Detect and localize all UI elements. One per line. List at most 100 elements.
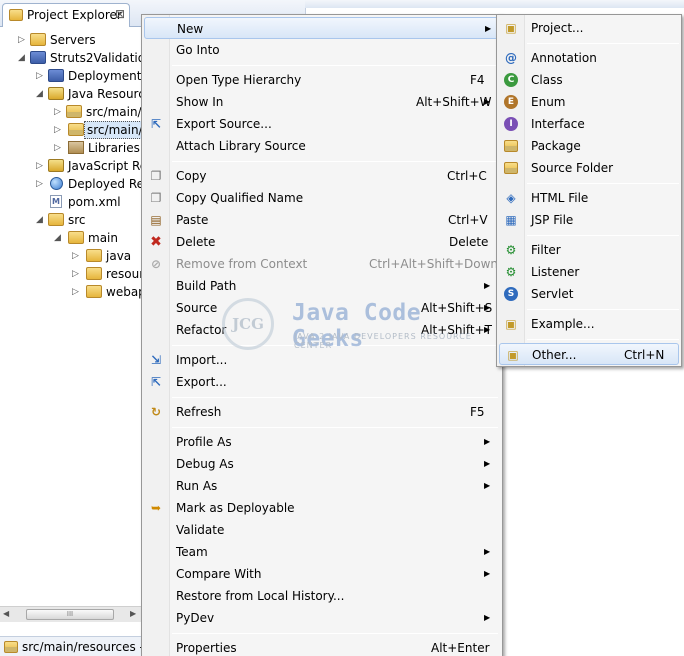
tree-item-resources[interactable]: ▷ resour (0, 265, 144, 283)
expand-arrow-icon[interactable]: ▷ (72, 247, 81, 265)
expand-arrow-icon[interactable]: ▷ (72, 265, 81, 283)
export-source-icon: ⇱ (150, 117, 162, 131)
menu-item-export-source[interactable]: ⇱ Export Source... (142, 113, 502, 135)
menu-item-label: Show In (176, 95, 224, 109)
collapse-arrow-icon[interactable]: ◢ (18, 49, 27, 67)
menu-item-team[interactable]: Team ▶ (142, 541, 502, 563)
tree-item-main[interactable]: ◢ main (0, 229, 140, 247)
expand-arrow-icon[interactable]: ▷ (72, 283, 81, 301)
tree-item-project[interactable]: ◢ Struts2Validation (0, 49, 153, 67)
collapse-arrow-icon[interactable]: ◢ (54, 229, 63, 247)
menu-item-new-project[interactable]: ▣ Project... (497, 17, 681, 39)
menu-item-refactor[interactable]: Refactor Alt+Shift+T ▶ (142, 319, 502, 341)
menu-item-attach-library-source[interactable]: Attach Library Source (142, 135, 502, 157)
tree-item-libraries[interactable]: ▷ Libraries (0, 139, 140, 157)
menu-item-new-servlet[interactable]: S Servlet (497, 283, 681, 305)
scroll-right-icon[interactable]: ▶ (130, 609, 136, 618)
collapse-arrow-icon[interactable]: ◢ (36, 211, 45, 229)
menu-item-new-class[interactable]: C Class (497, 69, 681, 91)
interface-icon: I (504, 117, 518, 131)
menu-item-new-interface[interactable]: I Interface (497, 113, 681, 135)
tree-item-deployed-resources[interactable]: ▷ Deployed Res (0, 175, 150, 193)
menu-item-shortcut: Alt+Enter (431, 641, 490, 655)
menu-item-properties[interactable]: Properties Alt+Enter (142, 637, 502, 656)
folder-icon (48, 213, 64, 226)
menu-separator (172, 345, 498, 346)
menu-item-import[interactable]: ⇲ Import... (142, 349, 502, 371)
menu-item-copy[interactable]: ❐ Copy Ctrl+C (142, 165, 502, 187)
menu-item-show-in[interactable]: Show In Alt+Shift+W ▶ (142, 91, 502, 113)
menu-item-validate[interactable]: Validate (142, 519, 502, 541)
menu-item-new-jsp-file[interactable]: ▦ JSP File (497, 209, 681, 231)
submenu-arrow-icon: ▶ (484, 325, 491, 334)
menu-item-export[interactable]: ⇱ Export... (142, 371, 502, 393)
tree-item-javascript-resources[interactable]: ▷ JavaScript Res (0, 157, 153, 175)
scrollbar-thumb[interactable]: III (26, 609, 114, 620)
menu-item-debug-as[interactable]: Debug As ▶ (142, 453, 502, 475)
menu-item-new-listener[interactable]: ⚙ Listener (497, 261, 681, 283)
menu-item-new-source-folder[interactable]: Source Folder (497, 157, 681, 179)
tab-label: Project Explorer (27, 8, 122, 22)
tree-item-java[interactable]: ▷ java (0, 247, 140, 265)
menu-item-paste[interactable]: ▤ Paste Ctrl+V (142, 209, 502, 231)
menu-item-new-annotation[interactable]: @ Annotation (497, 47, 681, 69)
menu-item-open-type-hierarchy[interactable]: Open Type Hierarchy F4 (142, 69, 502, 91)
close-icon[interactable]: ⊠ (115, 7, 125, 21)
menu-item-restore-from-local-history[interactable]: Restore from Local History... (142, 585, 502, 607)
tree-item-webapp[interactable]: ▷ webap (0, 283, 146, 301)
menu-item-pydev[interactable]: PyDev ▶ (142, 607, 502, 629)
expand-arrow-icon[interactable]: ▷ (36, 67, 45, 85)
tree-item-source-folder-selected[interactable]: ▷ src/main/ (0, 121, 146, 139)
tree-item-java-resources[interactable]: ◢ Java Resource (0, 85, 152, 103)
expand-arrow-icon[interactable]: ▷ (54, 103, 63, 121)
expand-arrow-icon[interactable]: ▷ (36, 175, 45, 193)
submenu-arrow-icon: ▶ (484, 97, 491, 106)
menu-item-run-as[interactable]: Run As ▶ (142, 475, 502, 497)
menu-item-label: Export... (176, 375, 227, 389)
tree-item-label: src/main/ (84, 121, 146, 139)
tree-item-servers[interactable]: ▷ Servers (0, 31, 140, 49)
menu-item-new-example[interactable]: ▣ Example... (497, 313, 681, 335)
filter-icon: ⚙ (505, 243, 517, 257)
refresh-icon: ↻ (150, 405, 162, 419)
menu-item-new-package[interactable]: Package (497, 135, 681, 157)
menu-item-new[interactable]: New ▶ (144, 17, 500, 39)
expand-arrow-icon[interactable]: ▷ (36, 157, 45, 175)
submenu-arrow-icon: ▶ (484, 547, 491, 556)
source-folder-icon (68, 123, 84, 136)
menu-item-new-html-file[interactable]: ◈ HTML File (497, 187, 681, 209)
folder-icon (86, 267, 102, 280)
expand-arrow-icon[interactable]: ▷ (18, 31, 27, 49)
menu-separator (172, 633, 498, 634)
menu-item-shortcut: Ctrl+V (448, 213, 488, 227)
scroll-left-icon[interactable]: ◀ (3, 609, 9, 618)
menu-item-source[interactable]: Source Alt+Shift+S ▶ (142, 297, 502, 319)
menu-item-label: Other... (532, 348, 577, 362)
copy-qualified-name-icon: ❐ (150, 191, 162, 205)
menu-item-new-enum[interactable]: E Enum (497, 91, 681, 113)
horizontal-scrollbar[interactable]: ◀ III ▶ (0, 606, 142, 622)
menu-item-new-filter[interactable]: ⚙ Filter (497, 239, 681, 261)
menu-item-delete[interactable]: ✖ Delete Delete (142, 231, 502, 253)
tree-item-source-folder[interactable]: ▷ src/main/ (0, 103, 142, 121)
menu-item-build-path[interactable]: Build Path ▶ (142, 275, 502, 297)
deployment-descriptor-icon (48, 69, 64, 82)
html-file-icon: ◈ (506, 191, 516, 205)
menu-item-copy-qualified-name[interactable]: ❐ Copy Qualified Name (142, 187, 502, 209)
submenu-arrow-icon: ▶ (485, 24, 492, 33)
tree-item-src[interactable]: ◢ src (0, 211, 140, 229)
tab-project-explorer[interactable]: Project Explorer ⊠ (2, 3, 130, 27)
menu-item-go-into[interactable]: Go Into (142, 39, 502, 61)
expand-arrow-icon[interactable]: ▷ (54, 121, 63, 139)
menu-item-refresh[interactable]: ↻ Refresh F5 (142, 401, 502, 423)
tree-item-deployment-descriptor[interactable]: ▷ Deployment D (0, 67, 154, 85)
expand-arrow-icon[interactable]: ▷ (54, 139, 63, 157)
menu-item-compare-with[interactable]: Compare With ▶ (142, 563, 502, 585)
tree-item-pom-xml[interactable]: M pom.xml (0, 193, 140, 211)
collapse-arrow-icon[interactable]: ◢ (36, 85, 45, 103)
menu-item-new-other[interactable]: ▣ Other... Ctrl+N (499, 343, 679, 365)
menu-item-label: Copy (176, 169, 207, 183)
menu-item-mark-as-deployable[interactable]: ➥ Mark as Deployable (142, 497, 502, 519)
menu-item-profile-as[interactable]: Profile As ▶ (142, 431, 502, 453)
submenu-arrow-icon: ▶ (484, 481, 491, 490)
